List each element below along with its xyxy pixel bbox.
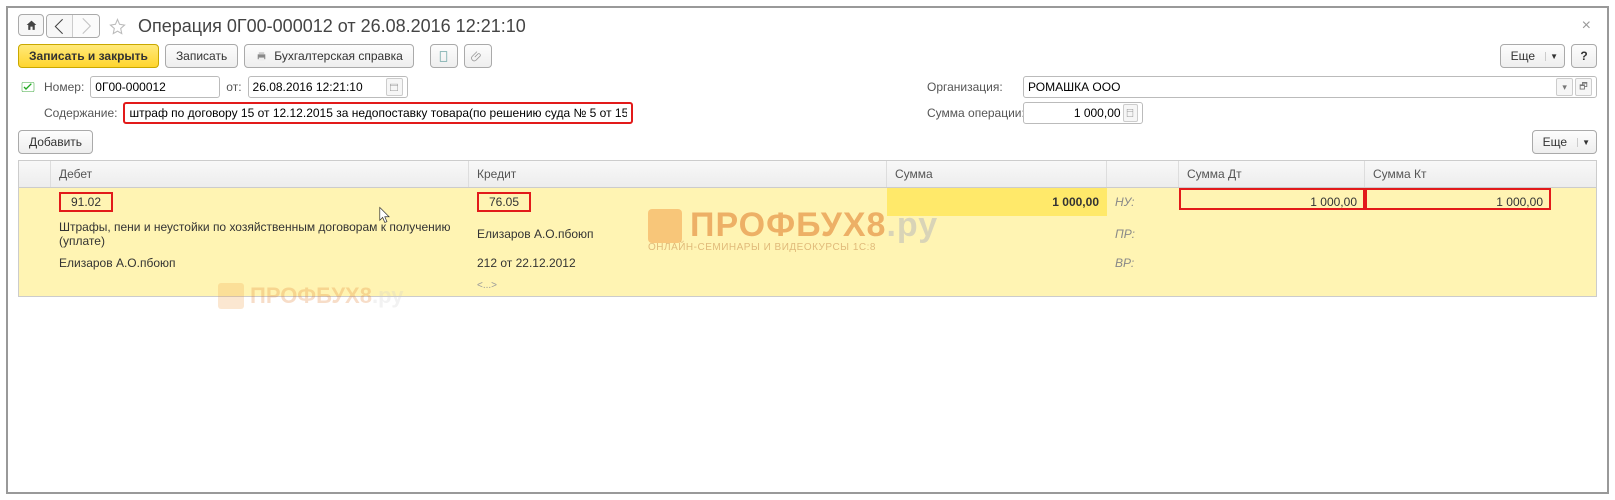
status-icon xyxy=(18,77,38,97)
save-close-label: Записать и закрыть xyxy=(29,49,148,63)
sum-field[interactable] xyxy=(1028,103,1121,123)
row-index xyxy=(19,188,51,216)
date-field[interactable] xyxy=(253,77,385,97)
debit-account-cell[interactable]: 91.02 xyxy=(51,188,469,216)
calendar-icon xyxy=(389,82,399,92)
org-label: Организация: xyxy=(927,80,1017,94)
doc-icon-button[interactable] xyxy=(430,44,458,68)
nav-back-button[interactable] xyxy=(47,15,73,37)
star-icon xyxy=(109,18,126,35)
org-select-button[interactable]: ▾ xyxy=(1556,78,1573,96)
number-field[interactable] xyxy=(95,77,215,97)
col-sum: Сумма xyxy=(887,161,1107,187)
credit-account-cell[interactable]: 76.05 xyxy=(469,188,887,216)
col-credit: Кредит xyxy=(469,161,887,187)
credit-account: 76.05 xyxy=(477,192,531,212)
paperclip-icon xyxy=(471,50,484,63)
calculator-icon xyxy=(1125,108,1135,118)
date-input[interactable] xyxy=(248,76,408,98)
org-field[interactable] xyxy=(1028,77,1554,97)
credit-analytic1-cell[interactable]: Елизаров А.О.пбоюп xyxy=(469,216,887,252)
help-label: ? xyxy=(1580,49,1587,63)
debit-analytic2-cell[interactable]: Елизаров А.О.пбоюп xyxy=(51,252,469,274)
calendar-button[interactable] xyxy=(386,78,402,96)
col-debit: Дебет xyxy=(51,161,469,187)
org-input[interactable]: ▾ 🗗 xyxy=(1023,76,1597,98)
sum-cell[interactable]: 1 000,00 xyxy=(887,188,1107,216)
number-label: Номер: xyxy=(44,80,84,94)
content-label: Содержание: xyxy=(44,106,117,120)
favorite-star-button[interactable] xyxy=(106,15,128,37)
content-input[interactable] xyxy=(123,102,633,124)
save-label: Записать xyxy=(176,49,227,63)
content-field[interactable] xyxy=(129,104,627,122)
sum-kt-value: 1 000,00 xyxy=(1496,195,1543,209)
sum-value: 1 000,00 xyxy=(1052,195,1099,209)
more-label-table: Еще xyxy=(1543,135,1567,149)
add-label: Добавить xyxy=(29,135,82,149)
vr-label: ВР: xyxy=(1107,252,1179,274)
save-button[interactable]: Записать xyxy=(165,44,238,68)
chevron-down-icon: ▼ xyxy=(1545,52,1558,61)
printer-icon xyxy=(255,50,268,63)
home-icon xyxy=(25,19,38,32)
sum-dt-cell[interactable]: 1 000,00 xyxy=(1179,188,1365,216)
more-button-table[interactable]: Еще ▼ xyxy=(1532,130,1597,154)
debit-analytic1-cell[interactable]: Штрафы, пени и неустойки по хозяйственны… xyxy=(51,216,469,252)
sum-label: Сумма операции: xyxy=(927,106,1017,120)
more-button-toolbar[interactable]: Еще ▼ xyxy=(1500,44,1565,68)
attach-button[interactable] xyxy=(464,44,492,68)
col-index xyxy=(19,161,51,187)
col-sum-dt: Сумма Дт xyxy=(1179,161,1365,187)
from-label: от: xyxy=(226,80,241,94)
nav-home-button[interactable] xyxy=(18,14,44,36)
arrow-left-icon xyxy=(47,14,72,38)
help-button[interactable]: ? xyxy=(1571,44,1597,68)
credit-analytic2-cell[interactable]: 212 от 22.12.2012 xyxy=(469,252,887,274)
nu-label: НУ: xyxy=(1107,188,1179,216)
chevron-down-icon: ▼ xyxy=(1577,138,1590,147)
nav-forward-button[interactable] xyxy=(73,15,99,37)
col-sum-kt: Сумма Кт xyxy=(1365,161,1551,187)
more-label: Еще xyxy=(1511,49,1535,63)
sum-input[interactable] xyxy=(1023,102,1143,124)
accounting-reference-button[interactable]: Бухгалтерская справка xyxy=(244,44,414,68)
ref-label: Бухгалтерская справка xyxy=(274,49,403,63)
document-icon xyxy=(437,50,450,63)
credit-analytic3-cell[interactable]: <...> xyxy=(469,274,887,296)
add-button[interactable]: Добавить xyxy=(18,130,93,154)
page-title: Операция 0Г00-000012 от 26.08.2016 12:21… xyxy=(138,16,526,37)
number-input[interactable] xyxy=(90,76,220,98)
arrow-right-icon xyxy=(73,14,99,38)
save-and-close-button[interactable]: Записать и закрыть xyxy=(18,44,159,68)
col-nu xyxy=(1107,161,1179,187)
pr-label: ПР: xyxy=(1107,216,1179,252)
close-button[interactable]: × xyxy=(1582,17,1597,35)
sum-calc-button[interactable] xyxy=(1123,104,1138,122)
sum-kt-cell[interactable]: 1 000,00 xyxy=(1365,188,1551,216)
sum-dt-value: 1 000,00 xyxy=(1310,195,1357,209)
org-open-button[interactable]: 🗗 xyxy=(1575,78,1592,96)
debit-account: 91.02 xyxy=(59,192,113,212)
